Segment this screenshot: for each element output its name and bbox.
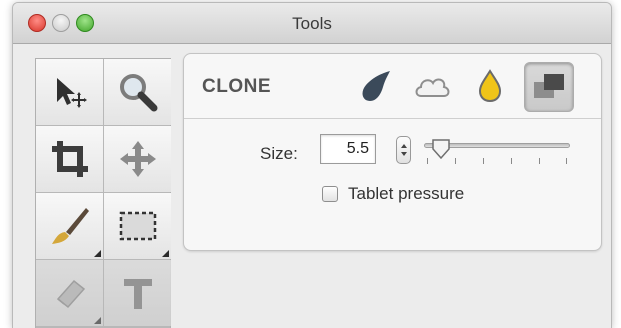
tablet-pressure-label[interactable]: Tablet pressure: [348, 184, 464, 204]
zoom-tool[interactable]: [104, 59, 171, 125]
move-cross-icon: [119, 141, 156, 177]
stepper-down-arrow[interactable]: [401, 152, 407, 156]
slider-tick: [566, 158, 567, 164]
slider-tick: [483, 158, 484, 164]
slider-tick: [539, 158, 540, 164]
eraser-icon: [56, 279, 85, 309]
drop-icon: [478, 69, 502, 103]
tablet-pressure-checkbox[interactable]: [322, 186, 338, 202]
tool-options-panel: CLONE Size: 5.5 Tablet pressure: [183, 53, 602, 251]
slider-tick: [511, 158, 512, 164]
title-bar[interactable]: Tools: [13, 3, 611, 44]
rect-select-tool[interactable]: [104, 193, 171, 259]
slider-tick: [427, 158, 428, 164]
stepper-up-arrow[interactable]: [401, 144, 407, 148]
pan-tool[interactable]: [104, 126, 171, 192]
submenu-indicator: [162, 250, 169, 257]
text-icon: [123, 279, 152, 309]
comet-icon: [362, 71, 390, 101]
arrow-move-icon: [56, 78, 87, 108]
options-header: CLONE: [184, 54, 601, 119]
size-input[interactable]: [320, 134, 376, 164]
smudge-mode-button[interactable]: [350, 62, 398, 110]
crop-icon: [51, 141, 88, 177]
tools-window: Tools CLONE Size: 5.5 Tablet pressure: [12, 2, 612, 328]
slider-thumb[interactable]: [430, 138, 452, 160]
text-tool[interactable]: [104, 260, 171, 326]
size-slider[interactable]: [424, 138, 570, 170]
brush-tool[interactable]: [36, 193, 103, 259]
blur-mode-button[interactable]: [408, 62, 456, 110]
marquee-icon: [119, 211, 156, 241]
size-label: Size:: [260, 144, 298, 163]
submenu-indicator: [94, 250, 101, 257]
sharpen-mode-button[interactable]: [466, 62, 514, 110]
cloud-icon: [415, 78, 450, 97]
tool-palette: [35, 58, 171, 328]
tablet-pressure-row[interactable]: Tablet pressure: [322, 184, 464, 204]
clone-mode-button[interactable]: [524, 62, 574, 112]
size-stepper[interactable]: [396, 136, 411, 164]
submenu-indicator: [94, 317, 101, 324]
mode-title: CLONE: [202, 76, 271, 97]
slider-tick: [455, 158, 456, 164]
crop-tool[interactable]: [36, 126, 103, 192]
window-title: Tools: [292, 14, 332, 33]
mode-buttons: [350, 62, 574, 112]
brush-icon: [51, 208, 89, 244]
select-move-tool[interactable]: [36, 59, 103, 125]
magnifier-icon: [119, 74, 157, 112]
stamp-clone-icon: [534, 74, 564, 98]
eraser-tool[interactable]: [36, 260, 103, 326]
